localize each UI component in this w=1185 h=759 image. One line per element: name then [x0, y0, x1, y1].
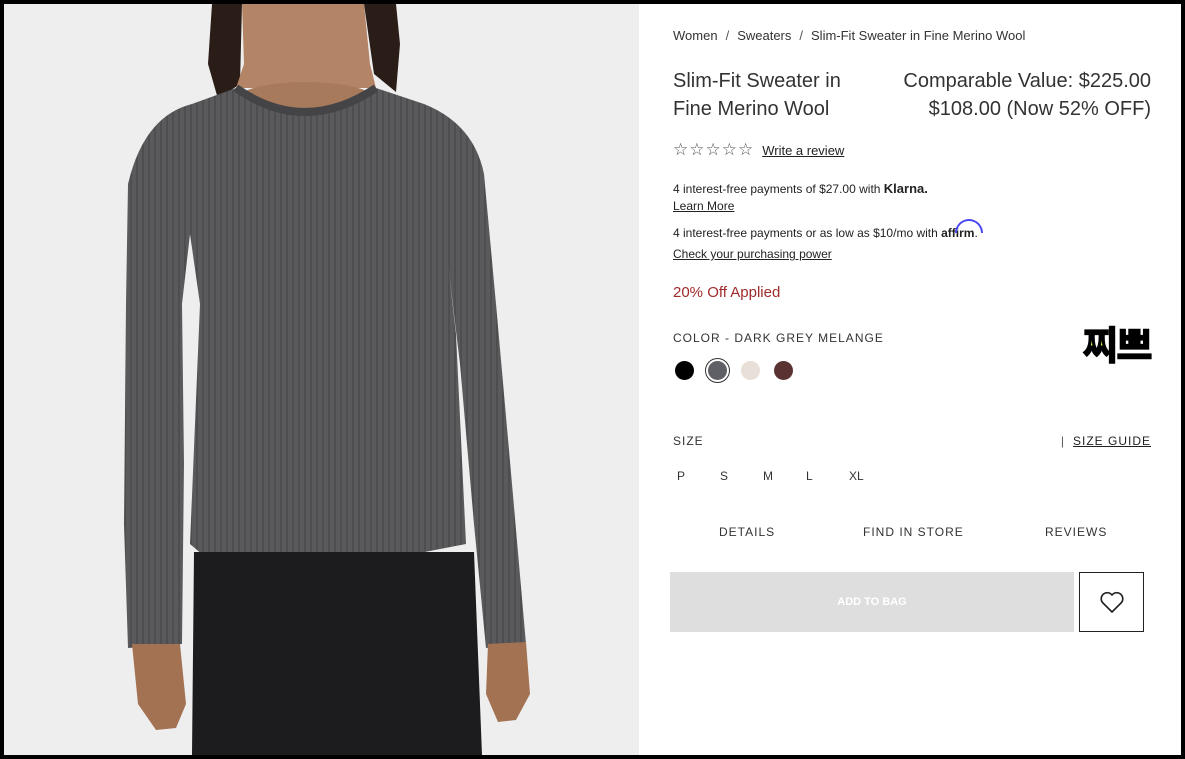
swatch-brown[interactable] — [774, 361, 793, 380]
swatch-ivory[interactable] — [741, 361, 760, 380]
size-label: SIZE — [673, 434, 704, 448]
color-label: COLOR - DARK GREY MELANGE — [673, 331, 884, 345]
tab-reviews[interactable]: REVIEWS — [1045, 525, 1107, 539]
discount-applied-note: 20% Off Applied — [673, 284, 781, 301]
affirm-message: 4 interest-free payments or as low as $1… — [673, 226, 978, 240]
size-guide-separator: | — [1060, 434, 1065, 448]
rating-row: ☆☆☆☆☆ Write a review — [673, 140, 844, 160]
size-guide: | SIZE GUIDE — [1061, 434, 1151, 448]
size-option-l[interactable]: L — [806, 469, 849, 483]
star-rating-icon: ☆☆☆☆☆ — [673, 140, 755, 159]
klarna-learn-more-link[interactable]: Learn More — [673, 199, 734, 213]
breadcrumb: Women / Sweaters / Slim-Fit Sweater in Fine … — [673, 28, 1025, 43]
size-option-m[interactable]: M — [763, 469, 806, 483]
affirm-text: 4 interest-free payments or as low as $1… — [673, 226, 942, 240]
size-option-s[interactable]: S — [720, 469, 763, 483]
price-block: Comparable Value: $225.00 $108.00 (Now 5… — [903, 67, 1151, 123]
tab-details[interactable]: DETAILS — [719, 525, 775, 539]
write-review-link[interactable]: Write a review — [762, 143, 844, 158]
product-photo-illustration — [4, 4, 639, 755]
swatch-black[interactable] — [675, 361, 694, 380]
product-info-panel: Women / Sweaters / Slim-Fit Sweater in Fine … — [670, 4, 1153, 755]
page: Women / Sweaters / Slim-Fit Sweater in Fine … — [4, 4, 1181, 755]
klarna-logo: Klarna. — [883, 181, 928, 196]
sale-price: $108.00 (Now 52% OFF) — [928, 98, 1151, 120]
overlay-sticker-text: 찌쁘 — [1082, 323, 1153, 369]
size-option-p[interactable]: P — [677, 469, 720, 483]
size-guide-link[interactable]: SIZE GUIDE — [1073, 434, 1151, 448]
klarna-message: 4 interest-free payments of $27.00 with … — [673, 181, 928, 196]
comparable-value: Comparable Value: $225.00 — [903, 70, 1151, 92]
affirm-purchasing-power-link[interactable]: Check your purchasing power — [673, 247, 832, 261]
wishlist-button[interactable] — [1079, 572, 1144, 632]
tab-find-in-store[interactable]: FIND IN STORE — [863, 525, 964, 539]
heart-icon — [1099, 591, 1124, 613]
affirm-logo: affirm — [941, 226, 975, 240]
klarna-text: 4 interest-free payments of $27.00 with — [673, 182, 884, 196]
product-image[interactable] — [4, 4, 639, 755]
size-option-xl[interactable]: XL — [849, 469, 892, 483]
add-to-bag-button[interactable]: ADD TO BAG — [670, 572, 1074, 632]
color-swatches — [675, 358, 793, 383]
size-options: P S M L XL — [677, 469, 892, 483]
breadcrumb-separator: / — [725, 28, 730, 43]
breadcrumb-women[interactable]: Women — [673, 28, 718, 43]
product-title: Slim-Fit Sweater in Fine Merino Wool — [673, 70, 841, 120]
swatch-dark-grey-melange[interactable] — [705, 358, 730, 383]
breadcrumb-current[interactable]: Slim-Fit Sweater in Fine Merino Wool — [811, 28, 1025, 43]
breadcrumb-separator: / — [799, 28, 804, 43]
breadcrumb-sweaters[interactable]: Sweaters — [737, 28, 791, 43]
